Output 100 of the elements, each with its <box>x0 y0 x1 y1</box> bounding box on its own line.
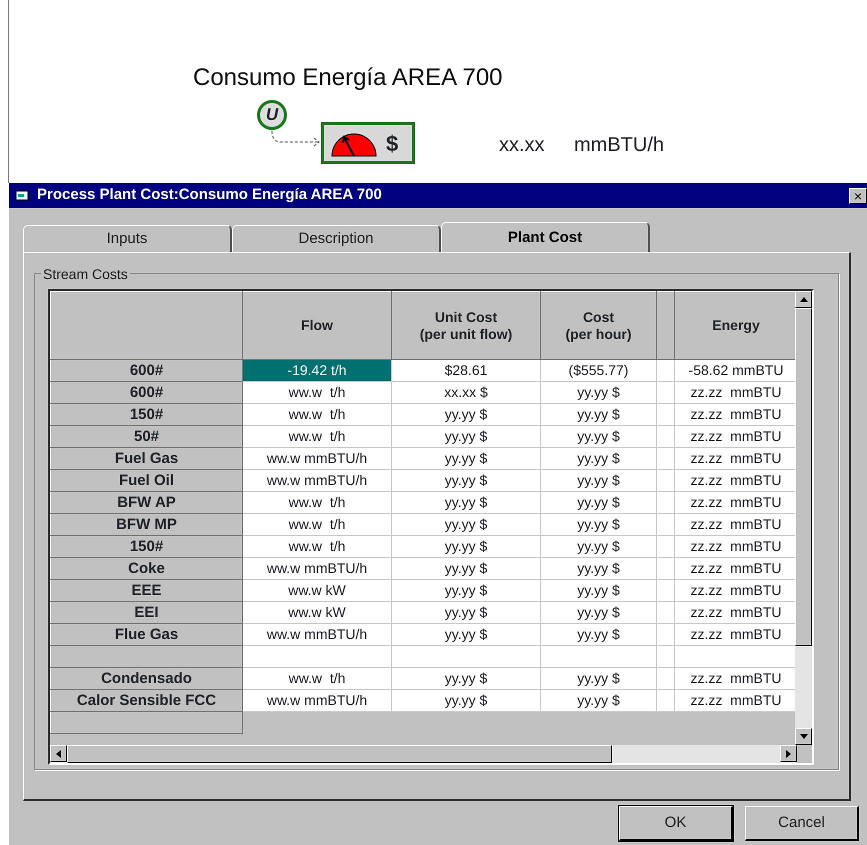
table-cell[interactable]: yy.yy $ <box>392 558 540 580</box>
row-header[interactable]: Calor Sensible FCC <box>50 690 242 712</box>
table-cell[interactable]: yy.yy $ <box>392 470 540 492</box>
table-cell[interactable]: zz.zz mmBTU <box>674 690 795 712</box>
row-header[interactable]: 150# <box>50 404 242 426</box>
table-cell[interactable] <box>656 404 674 426</box>
table-cell[interactable]: yy.yy $ <box>392 404 540 426</box>
table-cell[interactable]: ww.w t/h <box>242 426 392 448</box>
table-cell[interactable]: yy.yy $ <box>392 536 540 558</box>
table-cell[interactable]: ($555.77) <box>540 360 656 382</box>
table-cell[interactable]: yy.yy $ <box>392 580 540 602</box>
row-header[interactable]: BFW MP <box>50 514 242 536</box>
table-cell[interactable] <box>656 668 674 690</box>
table-cell[interactable]: yy.yy $ <box>392 624 540 646</box>
row-header[interactable]: EEI <box>50 602 242 624</box>
table-cell[interactable]: xx.xx $ <box>392 382 540 404</box>
table-cell[interactable]: yy.yy $ <box>392 492 540 514</box>
table-cell[interactable]: zz.zz mmBTU <box>674 470 795 492</box>
table-cell[interactable]: zz.zz mmBTU <box>674 624 795 646</box>
scroll-left-button[interactable] <box>50 745 67 762</box>
table-cell[interactable]: yy.yy $ <box>392 514 540 536</box>
tab[interactable]: Inputs <box>23 225 232 252</box>
table-cell[interactable]: yy.yy $ <box>540 426 656 448</box>
table-cell[interactable]: zz.zz mmBTU <box>674 602 795 624</box>
ok-button[interactable]: OK <box>619 806 733 841</box>
table-cell[interactable] <box>656 426 674 448</box>
table-cell[interactable]: zz.zz mmBTU <box>674 558 795 580</box>
table-cell[interactable]: zz.zz mmBTU <box>674 426 795 448</box>
row-header[interactable]: BFW AP <box>50 492 242 514</box>
table-cell[interactable]: zz.zz mmBTU <box>674 404 795 426</box>
table-cell[interactable]: yy.yy $ <box>540 690 656 712</box>
table-cell[interactable]: -58.62 mmBTU <box>674 360 795 382</box>
table-cell[interactable]: yy.yy $ <box>540 668 656 690</box>
table-cell[interactable]: yy.yy $ <box>540 382 656 404</box>
cancel-button[interactable]: Cancel <box>745 806 859 841</box>
table-cell[interactable] <box>656 690 674 712</box>
column-header[interactable]: Flow <box>242 292 392 360</box>
table-cell[interactable] <box>540 646 656 668</box>
scroll-up-button[interactable] <box>795 291 812 308</box>
table-cell[interactable]: yy.yy $ <box>392 448 540 470</box>
table-cell[interactable] <box>242 646 392 668</box>
table-cell[interactable]: ww.w mmBTU/h <box>242 690 392 712</box>
table-cell[interactable] <box>392 646 540 668</box>
table-cell[interactable]: ww.w t/h <box>242 668 392 690</box>
row-header[interactable]: EEE <box>50 580 242 602</box>
table-cell[interactable]: zz.zz mmBTU <box>674 514 795 536</box>
row-header[interactable]: Fuel Oil <box>50 470 242 492</box>
scroll-down-button[interactable] <box>795 728 812 746</box>
row-header[interactable] <box>50 646 242 668</box>
horizontal-scrollbar[interactable] <box>50 745 797 763</box>
table-cell[interactable]: ww.w t/h <box>242 514 392 536</box>
row-header[interactable]: Condensado <box>50 668 242 690</box>
table-cell[interactable] <box>656 470 674 492</box>
table-cell[interactable]: ww.w mmBTU/h <box>242 558 392 580</box>
tab[interactable]: Plant Cost <box>441 222 650 252</box>
scroll-thumb[interactable] <box>67 745 612 763</box>
scroll-thumb[interactable] <box>795 308 812 646</box>
column-header[interactable]: Cost (per hour) <box>540 292 656 360</box>
table-cell[interactable] <box>656 360 674 382</box>
table-cell[interactable]: yy.yy $ <box>392 426 540 448</box>
scroll-right-button[interactable] <box>780 745 797 762</box>
close-button[interactable]: × <box>849 188 867 204</box>
table-cell[interactable]: yy.yy $ <box>540 558 656 580</box>
row-header[interactable] <box>50 712 242 734</box>
table-cell[interactable] <box>656 646 674 668</box>
table-cell[interactable]: zz.zz mmBTU <box>674 668 795 690</box>
table-cell[interactable]: ww.w kW <box>242 602 392 624</box>
table-cell[interactable]: zz.zz mmBTU <box>674 382 795 404</box>
column-header[interactable]: Energy <box>674 292 795 360</box>
table-cell[interactable] <box>656 602 674 624</box>
row-header[interactable]: 150# <box>50 536 242 558</box>
row-header[interactable]: Flue Gas <box>50 624 242 646</box>
table-cell[interactable]: yy.yy $ <box>540 448 656 470</box>
table-cell[interactable] <box>656 580 674 602</box>
table-cell[interactable]: yy.yy $ <box>540 580 656 602</box>
cost-block[interactable]: $ <box>321 122 415 164</box>
table-cell[interactable] <box>656 536 674 558</box>
tab[interactable]: Description <box>232 225 441 252</box>
row-header[interactable]: 50# <box>50 426 242 448</box>
table-cell[interactable]: yy.yy $ <box>540 404 656 426</box>
vertical-scrollbar[interactable] <box>795 291 812 746</box>
table-cell[interactable]: zz.zz mmBTU <box>674 492 795 514</box>
column-header[interactable] <box>656 292 674 360</box>
table-cell[interactable]: ww.w t/h <box>242 536 392 558</box>
table-cell[interactable]: yy.yy $ <box>392 668 540 690</box>
row-header[interactable]: 600# <box>50 382 242 404</box>
table-cell[interactable]: yy.yy $ <box>540 492 656 514</box>
table-cell[interactable]: ww.w mmBTU/h <box>242 470 392 492</box>
table-cell[interactable] <box>656 492 674 514</box>
table-cell[interactable] <box>656 514 674 536</box>
table-cell[interactable] <box>656 382 674 404</box>
table-cell[interactable]: yy.yy $ <box>540 514 656 536</box>
table-cell[interactable]: ww.w t/h <box>242 382 392 404</box>
table-cell[interactable]: ww.w t/h <box>242 492 392 514</box>
table-cell[interactable]: ww.w mmBTU/h <box>242 448 392 470</box>
table-cell[interactable]: yy.yy $ <box>540 624 656 646</box>
row-header[interactable]: 600# <box>50 360 242 382</box>
table-cell[interactable]: $28.61 <box>392 360 540 382</box>
table-cell[interactable] <box>656 448 674 470</box>
row-header[interactable]: Fuel Gas <box>50 448 242 470</box>
